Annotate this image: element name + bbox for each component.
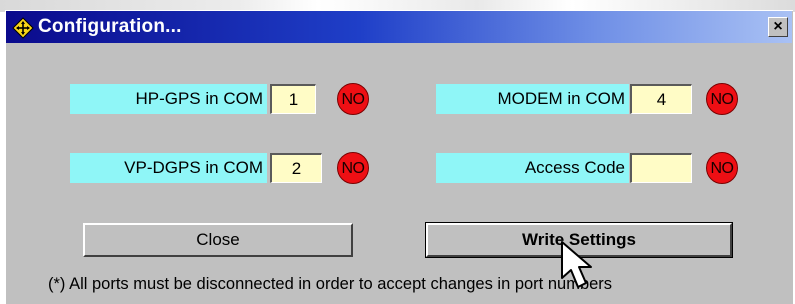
configuration-dialog: Configuration... × HP-GPS in COM 1 NO MO… [5,10,793,304]
port-change-note: (*) All ports must be disconnected in or… [48,275,613,293]
hp-gps-label: HP-GPS in COM [70,84,267,114]
close-button[interactable]: Close [83,223,353,257]
vp-dgps-com-field[interactable]: 2 [270,153,322,183]
access-code-status-badge: NO [706,152,738,184]
diamond-crosshair-icon [12,17,34,39]
window-title: Configuration... [38,16,182,37]
modem-com-field[interactable]: 4 [630,84,692,114]
close-icon[interactable]: × [768,17,788,37]
access-code-label: Access Code [436,153,629,183]
access-code-field[interactable] [630,153,692,183]
mouse-pointer-icon [561,241,592,288]
title-bar[interactable]: Configuration... × [6,11,792,43]
modem-label: MODEM in COM [436,84,629,114]
hp-gps-com-field[interactable]: 1 [270,84,316,114]
modem-status-badge: NO [706,83,738,115]
hp-gps-status-badge: NO [337,83,369,115]
vp-dgps-status-badge: NO [337,152,369,184]
vp-dgps-label: VP-DGPS in COM [70,153,267,183]
